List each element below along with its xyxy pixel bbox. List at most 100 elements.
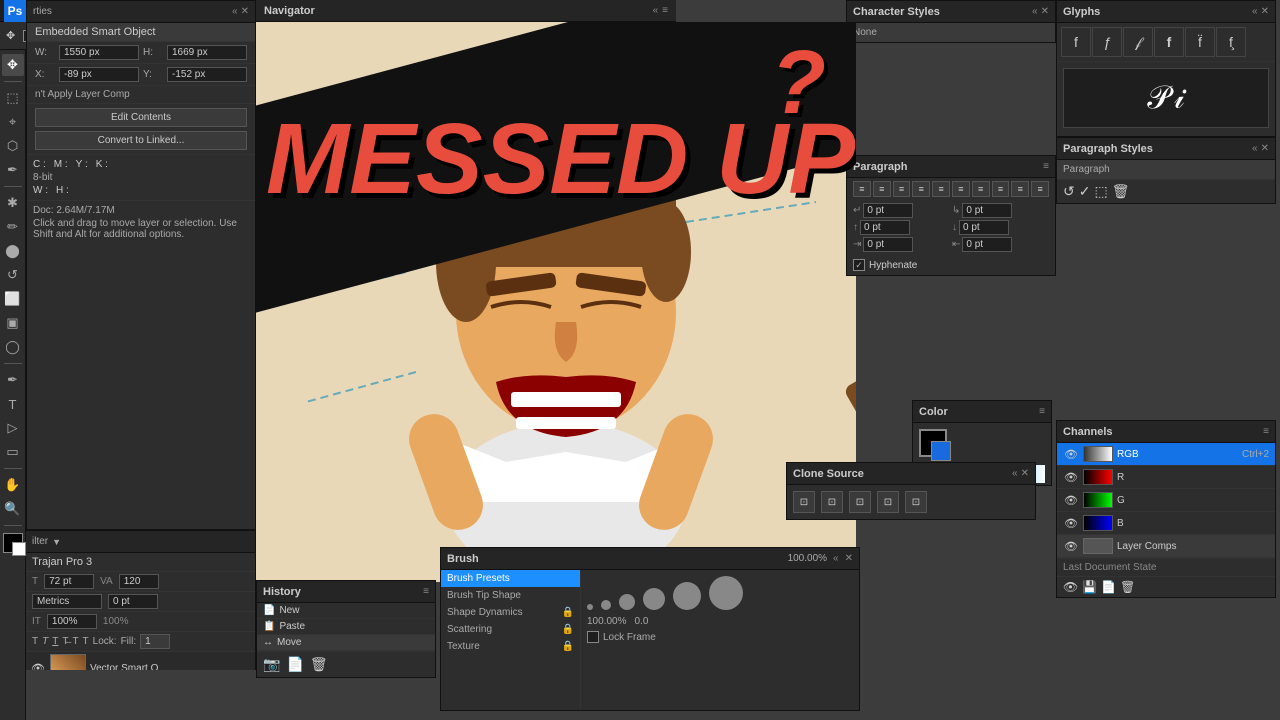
gradient-tool[interactable]: ▣ bbox=[2, 312, 24, 334]
glyph-f-bold[interactable]: f bbox=[1154, 27, 1184, 57]
history-brush-tool[interactable]: ↺ bbox=[2, 264, 24, 286]
channel-r-row[interactable]: 👁 R bbox=[1057, 466, 1275, 489]
convert-linked-button[interactable]: Convert to Linked... bbox=[35, 131, 247, 150]
glyph-f-script[interactable]: 𝒻 bbox=[1123, 27, 1153, 57]
clone-close-icon[interactable]: ✕ bbox=[1021, 468, 1029, 479]
shape-dynamics-option[interactable]: Shape Dynamics 🔒 bbox=[441, 604, 580, 621]
clone-source-1[interactable]: ⊡ bbox=[793, 491, 815, 513]
lasso-tool[interactable]: ⌖ bbox=[2, 111, 24, 133]
hand-tool[interactable]: ✋ bbox=[2, 474, 24, 496]
new-style-icon[interactable]: ⬚ bbox=[1094, 183, 1107, 200]
align-center-btn[interactable]: ≡ bbox=[873, 181, 891, 197]
history-item-paste[interactable]: 📋 Paste bbox=[257, 619, 435, 635]
subscript-icon[interactable]: T bbox=[83, 636, 89, 647]
channel-rgb-label: RGB bbox=[1117, 449, 1139, 460]
history-delete-icon[interactable]: 🗑 bbox=[310, 656, 328, 673]
pen-tool[interactable]: ✒ bbox=[2, 369, 24, 391]
glyphs-collapse-icon[interactable]: « bbox=[1252, 6, 1258, 17]
clone-source-4[interactable]: ⊡ bbox=[877, 491, 899, 513]
glyphs-close-icon[interactable]: ✕ bbox=[1261, 6, 1269, 17]
bold-icon[interactable]: T bbox=[32, 636, 38, 647]
last-line-left-btn[interactable]: ≡ bbox=[992, 181, 1010, 197]
scattering-option[interactable]: Scattering 🔒 bbox=[441, 621, 580, 638]
zoom-tool[interactable]: 🔍 bbox=[2, 498, 24, 520]
clone-tool[interactable]: ⬤ bbox=[2, 240, 24, 262]
channels-menu-icon[interactable]: ≡ bbox=[1263, 426, 1269, 437]
underline-icon[interactable]: T bbox=[52, 636, 58, 647]
move-tool[interactable]: ✥ bbox=[2, 54, 24, 76]
history-menu-icon[interactable]: ≡ bbox=[423, 586, 429, 597]
eyedropper-tool[interactable]: ✒ bbox=[2, 159, 24, 181]
last-line-right-btn[interactable]: ≡ bbox=[1031, 181, 1049, 197]
delete-style-icon[interactable]: 🗑 bbox=[1112, 183, 1130, 200]
clone-collapse-icon[interactable]: « bbox=[1012, 468, 1018, 479]
layer-comps-row[interactable]: 👁 Layer Comps bbox=[1057, 535, 1275, 558]
italic-icon[interactable]: T bbox=[42, 636, 48, 647]
last-line-center-btn[interactable]: ≡ bbox=[1011, 181, 1029, 197]
channel-rgb-row[interactable]: 👁 RGB Ctrl+2 bbox=[1057, 443, 1275, 466]
glyph-f-italic[interactable]: ƒ bbox=[1092, 27, 1122, 57]
justify-right-btn[interactable]: ≡ bbox=[952, 181, 970, 197]
undo-icon[interactable]: ↺ bbox=[1063, 183, 1075, 200]
clone-source-3[interactable]: ⊡ bbox=[849, 491, 871, 513]
paragraph-menu[interactable]: ≡ bbox=[1043, 161, 1049, 172]
check-icon[interactable]: ✓ bbox=[1079, 183, 1091, 200]
foreground-color[interactable] bbox=[3, 533, 23, 553]
eraser-tool[interactable]: ⬜ bbox=[2, 288, 24, 310]
foreground-swatch[interactable] bbox=[919, 429, 947, 457]
para-styles-header: Paragraph Styles « ✕ bbox=[1057, 138, 1275, 160]
shape-tool[interactable]: ▭ bbox=[2, 441, 24, 463]
brush-close-icon[interactable]: ✕ bbox=[845, 553, 853, 564]
justify-center-btn[interactable]: ≡ bbox=[932, 181, 950, 197]
hyphenate-checkbox[interactable]: ✓ bbox=[853, 259, 865, 271]
history-item-new[interactable]: 📄 New bbox=[257, 603, 435, 619]
glyph-f-cedilla[interactable]: f̧ bbox=[1216, 27, 1246, 57]
align-right-btn[interactable]: ≡ bbox=[893, 181, 911, 197]
channel-visibility-icon[interactable]: 👁 bbox=[1063, 580, 1078, 594]
select-tool[interactable]: ⬚ bbox=[2, 87, 24, 109]
history-item-move[interactable]: ↔ Move bbox=[257, 635, 435, 651]
justify-left-btn[interactable]: ≡ bbox=[912, 181, 930, 197]
glyph-f-decorated[interactable]: f̈ bbox=[1185, 27, 1215, 57]
dodge-tool[interactable]: ◯ bbox=[2, 336, 24, 358]
channel-b-row[interactable]: 👁 B bbox=[1057, 512, 1275, 535]
color-panel-menu[interactable]: ≡ bbox=[1039, 406, 1045, 417]
crop-tool[interactable]: ⬡ bbox=[2, 135, 24, 157]
background-color[interactable] bbox=[12, 542, 26, 556]
brush-presets-option[interactable]: Brush Presets bbox=[441, 570, 580, 587]
channel-g-row[interactable]: 👁 G bbox=[1057, 489, 1275, 512]
brush-collapse-icon[interactable]: « bbox=[833, 553, 839, 564]
panel-close-icon[interactable]: ✕ bbox=[241, 6, 249, 17]
char-styles-collapse[interactable]: « bbox=[1032, 6, 1038, 17]
cmyk-row: C : M : Y : K : bbox=[33, 159, 249, 170]
brush-tool[interactable]: ✏ bbox=[2, 216, 24, 238]
channel-new-icon[interactable]: 📄 bbox=[1101, 580, 1116, 594]
lock-frame-checkbox[interactable] bbox=[587, 631, 599, 643]
layer-eye-icon[interactable]: 👁 bbox=[30, 660, 46, 670]
navigator-collapse[interactable]: « bbox=[653, 5, 659, 16]
healing-tool[interactable]: ✱ bbox=[2, 192, 24, 214]
path-tool[interactable]: ▷ bbox=[2, 417, 24, 439]
history-new-doc-icon[interactable]: 📄 bbox=[286, 656, 303, 673]
clone-source-5[interactable]: ⊡ bbox=[905, 491, 927, 513]
panel-collapse-icon[interactable]: « bbox=[232, 6, 238, 17]
para-styles-close[interactable]: ✕ bbox=[1261, 143, 1269, 154]
para-styles-collapse[interactable]: « bbox=[1252, 143, 1258, 154]
texture-option[interactable]: Texture 🔒 bbox=[441, 638, 580, 655]
channel-save-icon[interactable]: 💾 bbox=[1082, 580, 1097, 594]
brush-tip-shape-option[interactable]: Brush Tip Shape bbox=[441, 587, 580, 604]
history-snapshot-icon[interactable]: 📷 bbox=[263, 656, 280, 673]
justify-all-btn[interactable]: ≡ bbox=[972, 181, 990, 197]
superscript-icon[interactable]: T bbox=[72, 636, 78, 647]
character-styles-panel: Character Styles « ✕ None bbox=[846, 0, 1056, 43]
background-swatch[interactable] bbox=[931, 441, 951, 461]
glyph-f[interactable]: f bbox=[1061, 27, 1091, 57]
channel-delete-icon[interactable]: 🗑 bbox=[1120, 580, 1135, 594]
char-styles-close[interactable]: ✕ bbox=[1041, 6, 1049, 17]
navigator-menu[interactable]: ≡ bbox=[662, 5, 668, 16]
type-tool[interactable]: T bbox=[2, 393, 24, 415]
clone-source-2[interactable]: ⊡ bbox=[821, 491, 843, 513]
strikethrough-icon[interactable]: T̶ bbox=[62, 636, 68, 647]
metrics-dropdown[interactable]: Metrics bbox=[32, 594, 102, 609]
edit-contents-button[interactable]: Edit Contents bbox=[35, 108, 247, 127]
